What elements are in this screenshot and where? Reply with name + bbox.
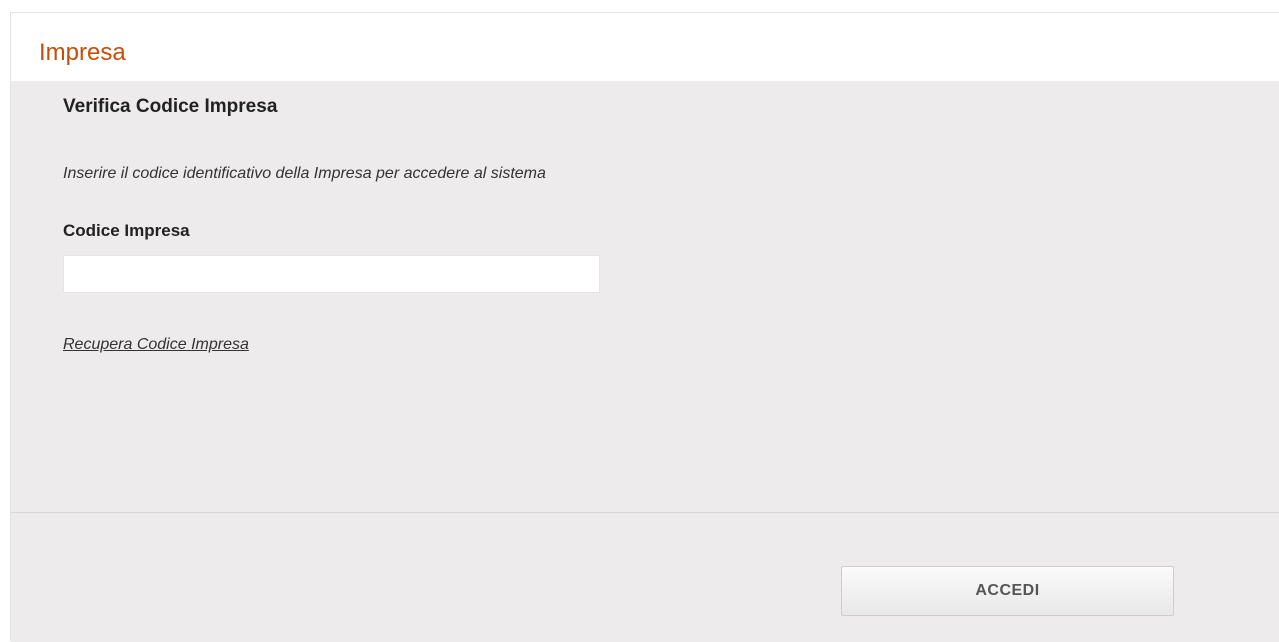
panel-body [11, 81, 1279, 512]
panel-header: Impresa [11, 13, 1279, 81]
login-button[interactable]: ACCEDI [841, 566, 1174, 616]
instructions-text: Inserire il codice identificativo della … [63, 165, 546, 182]
recover-code-link[interactable]: Recupera Codice Impresa [63, 335, 249, 355]
company-panel: Impresa Verifica Codice Impresa Inserire… [10, 12, 1279, 642]
section-title: Verifica Codice Impresa [63, 96, 278, 117]
company-code-input[interactable] [63, 255, 600, 293]
company-code-label: Codice Impresa [63, 221, 190, 240]
panel-title: Impresa [39, 39, 126, 66]
